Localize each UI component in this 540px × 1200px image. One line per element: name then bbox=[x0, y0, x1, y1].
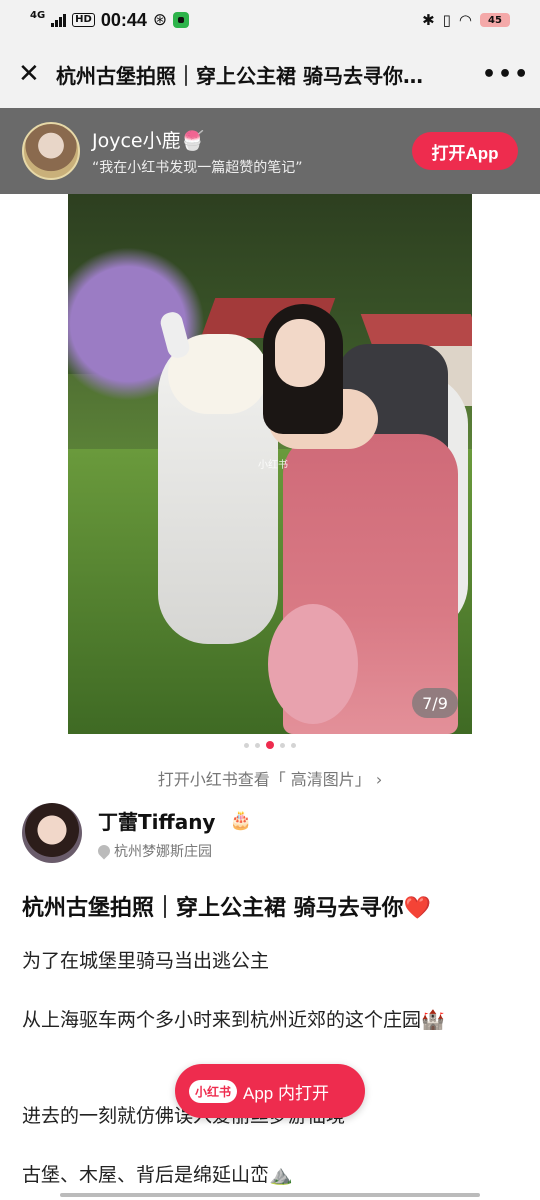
open-in-app-button[interactable]: 小红书 App 内打开 bbox=[175, 1064, 365, 1118]
status-right: ✱ ▯ ◠ 45 bbox=[422, 11, 510, 29]
author-name-row: 丁蕾Tiffany 🎂 bbox=[98, 806, 252, 835]
photo-dress-ruffle bbox=[268, 604, 358, 724]
sharer-avatar bbox=[22, 122, 80, 180]
photo-watermark: 小红书 bbox=[258, 460, 288, 471]
page-counter: 7/9 bbox=[412, 688, 458, 718]
xiaohongshu-logo: 小红书 bbox=[189, 1079, 238, 1103]
sharer-info: Joyce小鹿🍧 “我在小红书发现一篇超赞的笔记” bbox=[92, 126, 412, 177]
close-icon[interactable]: ✕ bbox=[18, 59, 48, 89]
home-indicator[interactable] bbox=[60, 1193, 480, 1197]
view-hd-images-link[interactable]: 打开小红书查看「 高清图片」 › bbox=[0, 766, 540, 790]
heart-icon: ❤️ bbox=[403, 896, 432, 921]
status-left: 4G HD 00:44 ⊛ bbox=[30, 9, 190, 31]
battery-icon: 45 bbox=[480, 13, 510, 27]
hd-badge: HD bbox=[72, 13, 95, 27]
network-type: 4G bbox=[30, 10, 46, 21]
app-notification-icon bbox=[173, 12, 190, 28]
photo-face bbox=[275, 319, 325, 387]
location-pin-icon bbox=[95, 842, 113, 859]
note-paragraph: 为了在城堡里骑马当出逃公主 bbox=[22, 950, 270, 972]
carousel-dot-active bbox=[266, 741, 274, 749]
open-app-button[interactable]: 打开App bbox=[412, 132, 518, 170]
carousel-dot bbox=[244, 742, 249, 748]
title-bar: ✕ 杭州古堡拍照｜穿上公主裙 骑马去寻你… ••• bbox=[0, 40, 540, 108]
signal-icon bbox=[51, 13, 67, 27]
author-row[interactable]: 丁蕾Tiffany 🎂 杭州梦娜斯庄园 bbox=[22, 800, 522, 866]
note-title: 杭州古堡拍照｜穿上公主裙 骑马去寻你❤️ bbox=[22, 890, 522, 922]
carousel-dot bbox=[280, 742, 285, 748]
sync-icon: ⊛ bbox=[152, 10, 168, 30]
author-name[interactable]: 丁蕾Tiffany bbox=[98, 806, 215, 835]
location[interactable]: 杭州梦娜斯庄园 bbox=[95, 841, 252, 861]
clock: 00:44 bbox=[100, 9, 147, 30]
share-banner: Joyce小鹿🍧 “我在小红书发现一篇超赞的笔记” 打开App bbox=[0, 108, 540, 194]
location-text: 杭州梦娜斯庄园 bbox=[114, 843, 212, 860]
cake-icon: 🎂 bbox=[229, 809, 252, 831]
carousel-dots bbox=[0, 741, 540, 749]
carousel-dot bbox=[255, 742, 260, 748]
page-title: 杭州古堡拍照｜穿上公主裙 骑马去寻你… bbox=[56, 63, 423, 88]
bluetooth-icon: ✱ bbox=[422, 11, 435, 29]
note-photo[interactable]: 小红书 7/9 bbox=[68, 194, 472, 734]
note-title-text: 杭州古堡拍照｜穿上公主裙 骑马去寻你 bbox=[22, 896, 404, 921]
note-paragraph: 从上海驱车两个多小时来到杭州近郊的这个庄园🏰 bbox=[22, 1009, 445, 1031]
author-info: 丁蕾Tiffany 🎂 杭州梦娜斯庄园 bbox=[95, 806, 252, 861]
sharer-name: Joyce小鹿🍧 bbox=[92, 129, 205, 152]
more-options-button[interactable]: ••• bbox=[482, 62, 528, 87]
note-paragraph: 古堡、木屋、背后是绵延山峦⛰️ bbox=[22, 1164, 293, 1186]
status-bar: 4G HD 00:44 ⊛ ✱ ▯ ◠ 45 bbox=[0, 0, 540, 40]
carousel-dot bbox=[291, 742, 296, 748]
wifi-icon: ◠ bbox=[458, 11, 472, 29]
vibrate-icon: ▯ bbox=[442, 11, 451, 29]
sharer-quote: “我在小红书发现一篇超赞的笔记” bbox=[92, 159, 303, 176]
author-avatar[interactable] bbox=[22, 803, 82, 863]
open-in-app-label: App 内打开 bbox=[243, 1083, 329, 1103]
